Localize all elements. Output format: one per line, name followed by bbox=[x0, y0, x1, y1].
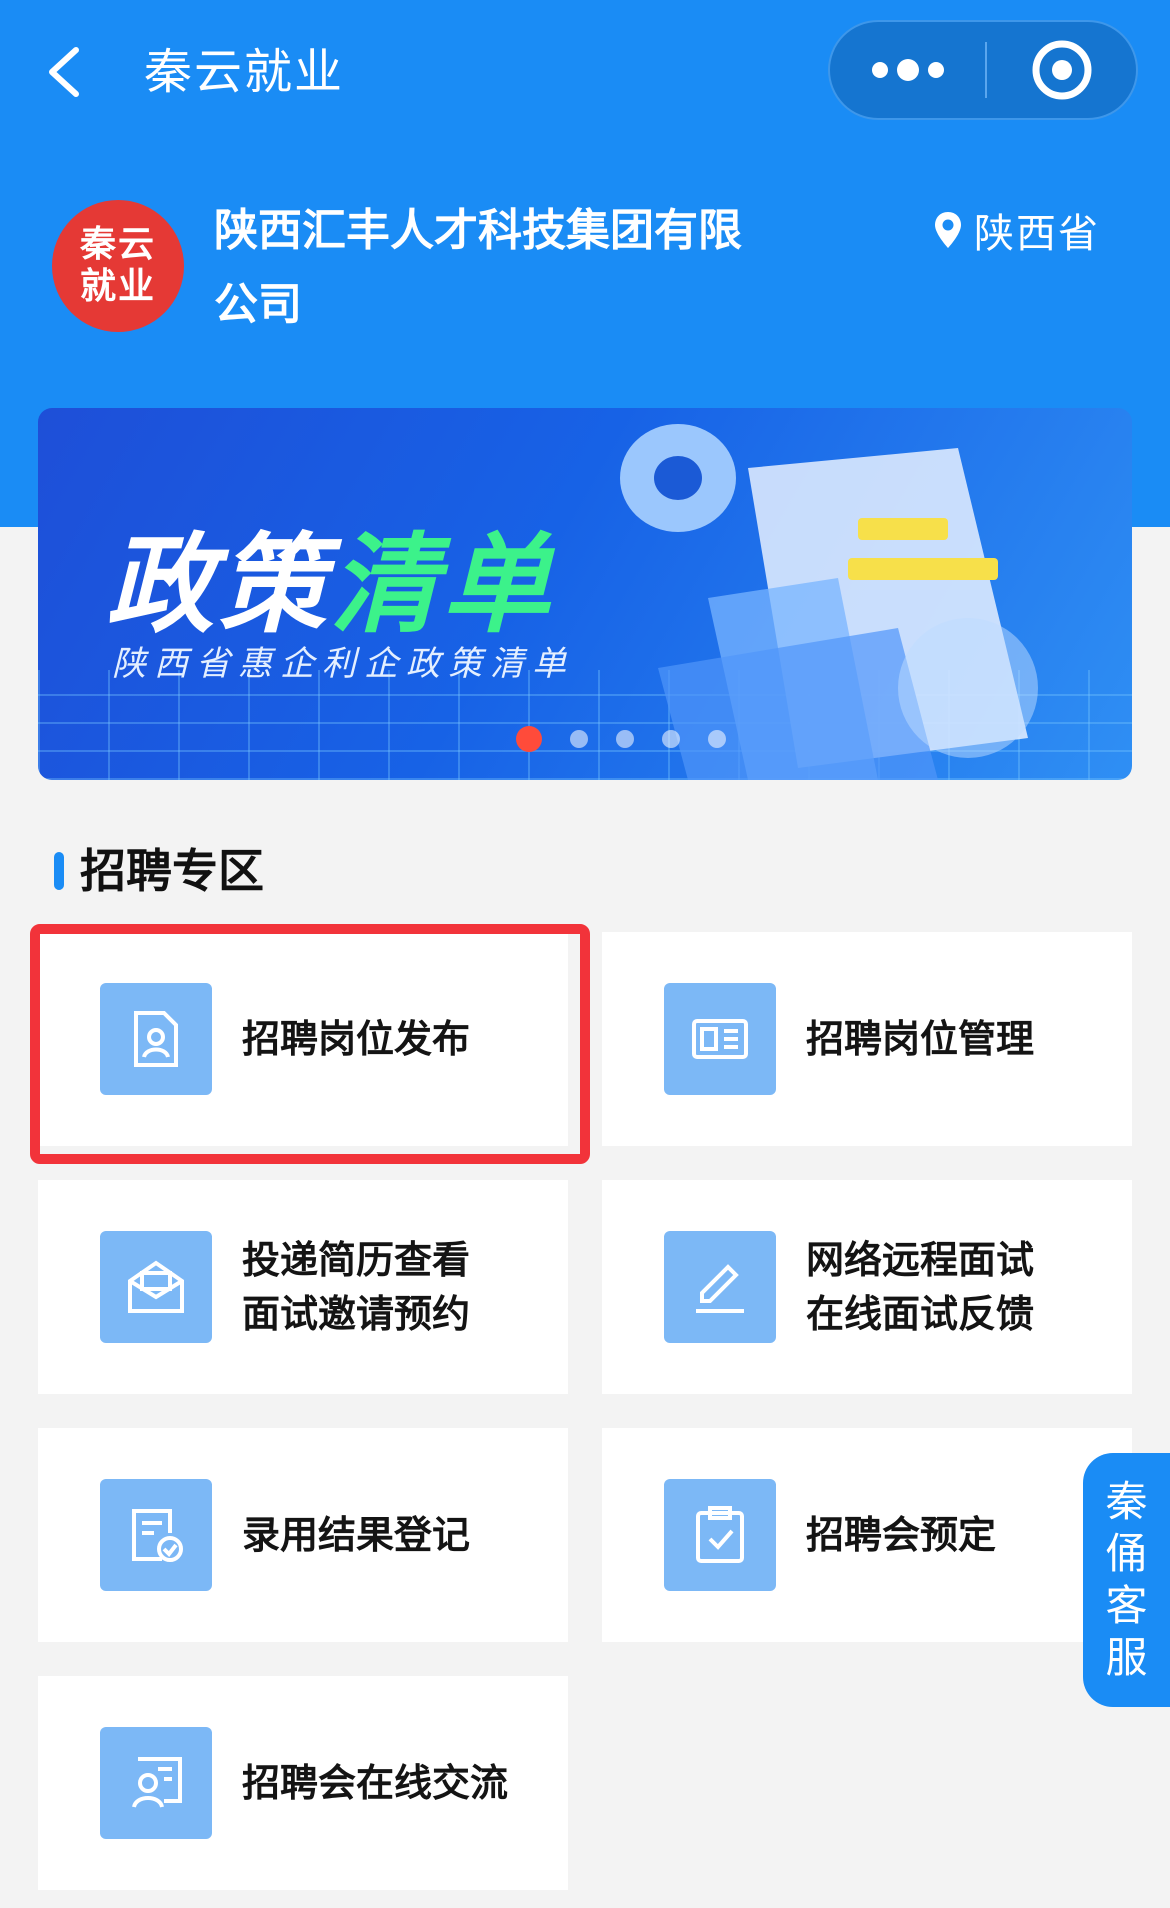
company-name-line2: 公司 bbox=[214, 279, 302, 330]
logo-text-line2: 就业 bbox=[79, 266, 156, 307]
more-dots-icon bbox=[872, 59, 944, 81]
card-label-line1: 网络远程面试 bbox=[806, 1238, 1035, 1282]
chevron-left-icon bbox=[49, 47, 79, 97]
card-resume-view[interactable]: 投递简历查看 面试邀请预约 bbox=[38, 1180, 568, 1394]
document-illustration-icon bbox=[620, 424, 1038, 780]
banner-title-green: 清单 bbox=[330, 523, 555, 648]
card-fair-booking[interactable]: 招聘会预定 bbox=[602, 1428, 1132, 1642]
banner-title: 政策清单 bbox=[106, 498, 554, 654]
card-label-line2: 在线面试反馈 bbox=[806, 1292, 1035, 1336]
company-name-line1: 陕西汇丰人才科技集团有限 bbox=[214, 205, 742, 256]
section-accent-bar bbox=[54, 852, 64, 890]
location-pin-icon bbox=[935, 212, 961, 248]
company-logo: 秦云 就业 bbox=[52, 200, 184, 332]
card-label: 招聘会预定 bbox=[806, 1508, 996, 1562]
banner-title-white: 政策 bbox=[106, 523, 331, 648]
card-icon-box bbox=[664, 983, 776, 1095]
carousel-indicator bbox=[516, 726, 726, 752]
card-icon-box bbox=[100, 1231, 212, 1343]
highlight-box bbox=[30, 924, 590, 1164]
edit-pen-icon bbox=[696, 1264, 744, 1313]
banner-subtitle: 陕西省惠企利企政策清单 bbox=[112, 644, 574, 684]
service-char-4: 服 bbox=[1105, 1633, 1148, 1682]
card-icon-box bbox=[100, 1479, 212, 1591]
card-icon-box bbox=[664, 1231, 776, 1343]
policy-banner[interactable]: 政策清单 陕西省惠企利企政策清单 bbox=[38, 408, 1132, 780]
more-button[interactable] bbox=[830, 22, 985, 118]
card-label: 投递简历查看 面试邀请预约 bbox=[242, 1233, 470, 1341]
location-selector[interactable]: 陕西省 bbox=[932, 200, 1100, 260]
card-label: 招聘岗位管理 bbox=[806, 1012, 1034, 1066]
logo-text-line1: 秦云 bbox=[79, 224, 156, 265]
service-char-2: 俑 bbox=[1105, 1529, 1148, 1578]
carousel-dot-2[interactable] bbox=[570, 730, 588, 748]
target-circle-icon bbox=[1032, 40, 1092, 100]
card-icon-box bbox=[664, 1479, 776, 1591]
card-label-line1: 招聘会在线交流 bbox=[242, 1761, 509, 1805]
close-program-button[interactable] bbox=[987, 22, 1138, 118]
card-remote-interview[interactable]: 网络远程面试 在线面试反馈 bbox=[602, 1180, 1132, 1394]
chat-person-icon bbox=[132, 1757, 182, 1808]
carousel-dot-4[interactable] bbox=[662, 730, 680, 748]
envelope-icon bbox=[128, 1260, 184, 1313]
location-text: 陕西省 bbox=[974, 211, 1100, 257]
section-title: 招聘专区 bbox=[80, 844, 264, 898]
card-label-line1: 录用结果登记 bbox=[242, 1513, 471, 1557]
customer-service-button[interactable]: 秦 俑 客 服 bbox=[1083, 1453, 1170, 1707]
carousel-dot-5[interactable] bbox=[708, 730, 726, 748]
carousel-dot-3[interactable] bbox=[616, 730, 634, 748]
carousel-dot-1[interactable] bbox=[516, 726, 542, 752]
document-check-icon bbox=[132, 1509, 183, 1562]
card-label: 网络远程面试 在线面试反馈 bbox=[806, 1233, 1034, 1341]
card-label-line1: 招聘会预定 bbox=[806, 1513, 997, 1557]
service-char-3: 客 bbox=[1105, 1581, 1148, 1630]
mini-program-capsule bbox=[828, 20, 1138, 120]
card-fair-online[interactable]: 招聘会在线交流 bbox=[38, 1676, 568, 1890]
card-label-line1: 投递简历查看 bbox=[242, 1238, 471, 1282]
back-button[interactable] bbox=[40, 36, 100, 108]
card-icon-box bbox=[100, 1727, 212, 1839]
card-job-manage[interactable]: 招聘岗位管理 bbox=[602, 932, 1132, 1146]
company-name: 陕西汇丰人才科技集团有限 公司 bbox=[214, 194, 814, 342]
id-card-icon bbox=[692, 1019, 748, 1059]
nav-title: 秦云就业 bbox=[144, 44, 345, 100]
card-hire-register[interactable]: 录用结果登记 bbox=[38, 1428, 568, 1642]
clipboard-check-icon bbox=[696, 1506, 744, 1563]
card-label: 录用结果登记 bbox=[242, 1508, 470, 1562]
card-label-line1: 招聘岗位管理 bbox=[806, 1017, 1035, 1061]
card-label: 招聘会在线交流 bbox=[242, 1756, 508, 1810]
card-label-line2: 面试邀请预约 bbox=[242, 1292, 471, 1336]
service-char-1: 秦 bbox=[1105, 1477, 1148, 1526]
